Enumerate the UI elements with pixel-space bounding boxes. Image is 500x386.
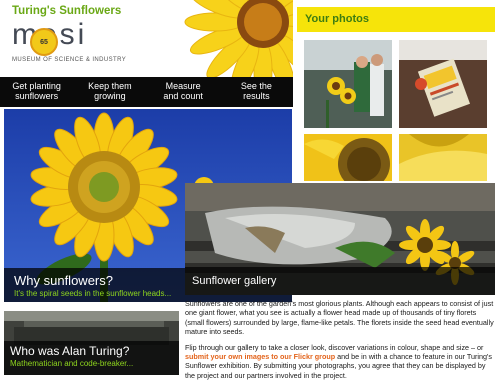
intro-paragraph-2-start: Flip through our gallery to take a close… <box>185 342 484 352</box>
nav-see-results[interactable]: See the results <box>220 77 293 107</box>
main-nav: Get planting sunflowers Keep them growin… <box>0 77 293 107</box>
photo-thumb-people[interactable] <box>304 40 392 128</box>
your-photos-title[interactable]: Your photos <box>305 13 369 25</box>
photo-thumb-sunflower-closeup[interactable] <box>304 134 392 181</box>
header-sunflower-image <box>135 0 293 77</box>
anniversary-badge-icon: 65 <box>30 28 58 56</box>
photo-thumb-packet[interactable] <box>399 40 487 128</box>
nav-measure-count[interactable]: Measure and count <box>147 77 220 107</box>
alan-turing-title[interactable]: Who was Alan Turing? <box>10 344 129 358</box>
photo-thumb-petals[interactable] <box>399 134 487 181</box>
museum-caption: MUSEUM OF SCIENCE & INDUSTRY <box>12 57 127 63</box>
site-header: Turing's Sunflowers mosi 65 MUSEUM OF SC… <box>0 0 293 77</box>
nav-keep-growing[interactable]: Keep them growing <box>73 77 146 107</box>
site-title[interactable]: Turing's Sunflowers <box>12 5 121 17</box>
nav-label-line2: and count <box>163 91 203 101</box>
nav-label-line2: results <box>243 91 270 101</box>
nav-label-line1: Get planting <box>12 81 61 91</box>
flickr-submit-link[interactable]: submit your own images to our Flickr gro… <box>185 352 335 361</box>
nav-get-planting[interactable]: Get planting sunflowers <box>0 77 73 107</box>
intro-text: Sunflowers are one of the garden's most … <box>185 299 495 386</box>
alan-turing-subtitle[interactable]: Mathematician and code-breaker... <box>10 359 133 368</box>
nav-label-line2: sunflowers <box>15 91 59 101</box>
nav-label-line2: growing <box>94 91 126 101</box>
why-sunflowers-subtitle[interactable]: It's the spiral seeds in the sunflower h… <box>14 289 171 298</box>
nav-label-line1: Measure <box>165 81 201 91</box>
nav-label-line1: See the <box>240 81 272 91</box>
nav-label-line1: Keep them <box>88 81 132 91</box>
why-sunflowers-title[interactable]: Why sunflowers? <box>14 273 113 288</box>
intro-paragraph-1: Sunflowers are one of the garden's most … <box>185 299 494 337</box>
sunflower-gallery-title[interactable]: Sunflower gallery <box>192 275 276 287</box>
